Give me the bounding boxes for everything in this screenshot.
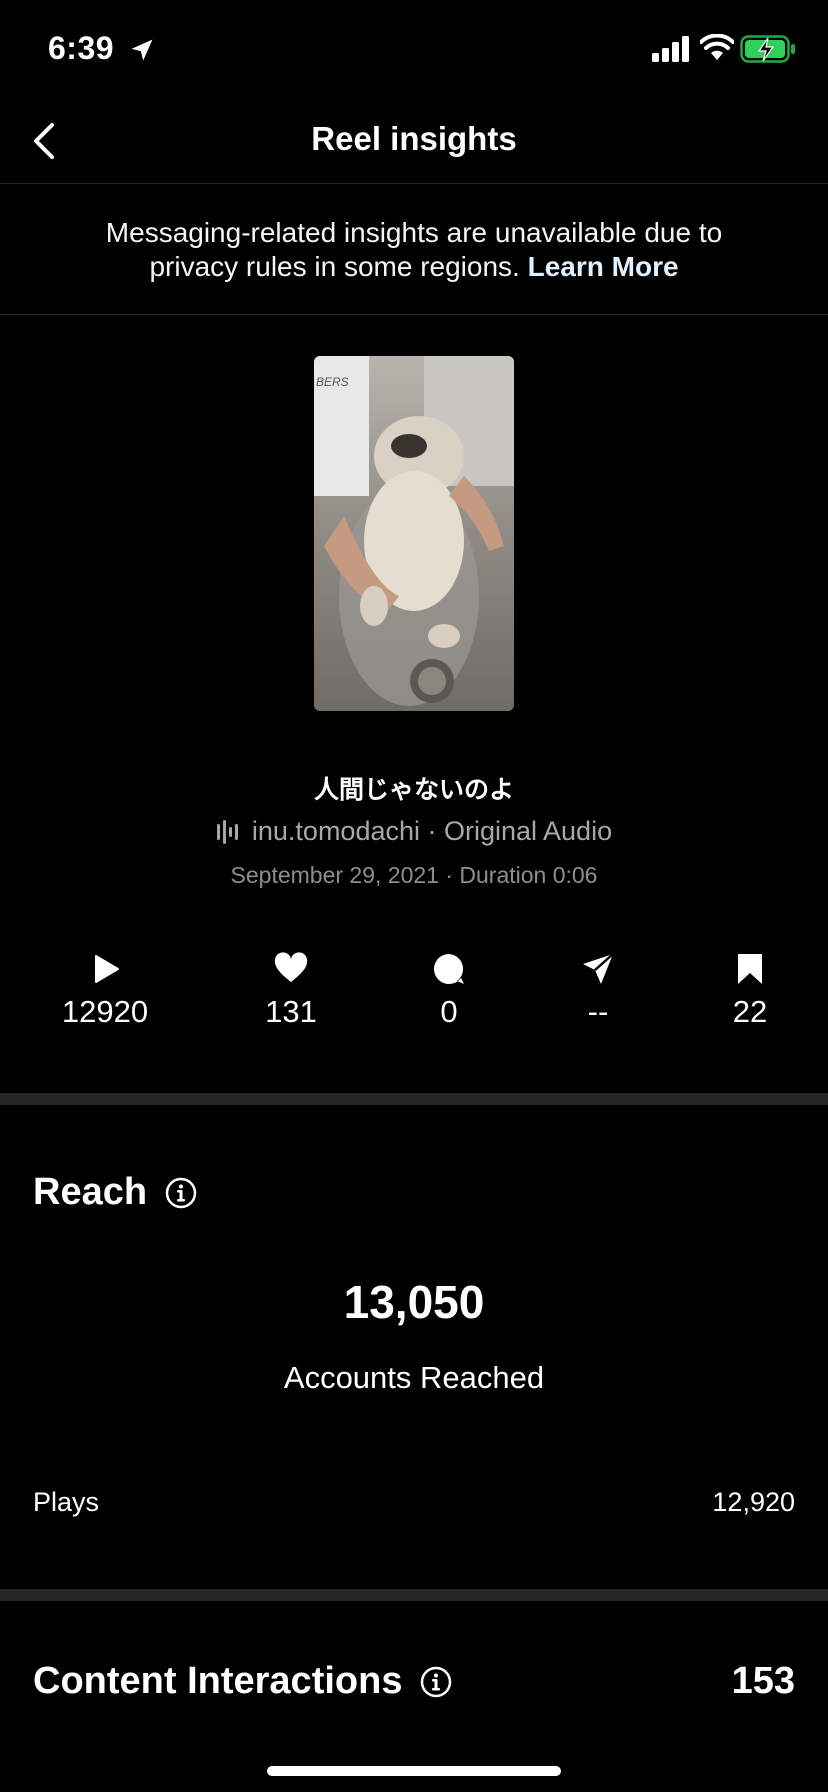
reel-title: 人間じゃないのよ [313, 775, 514, 804]
learn-more-link[interactable]: Learn More [528, 251, 679, 282]
comment-bubble-icon [434, 954, 464, 984]
audio-waveform-icon [216, 819, 238, 844]
cellular-signal-icon [652, 36, 689, 62]
content-interactions-total: 153 [731, 1660, 795, 1702]
comments-count: 0 [440, 994, 458, 1029]
svg-text:BERS: BERS [316, 375, 349, 389]
bookmark-icon [738, 954, 762, 984]
reel-thumbnail[interactable]: BERS [314, 356, 514, 711]
nav-bar: Reel insights [0, 100, 828, 184]
page-title: Reel insights [311, 120, 517, 157]
accounts-reached-value: 13,050 [343, 1276, 485, 1328]
stat-plays: 12920 [35, 952, 175, 1030]
reel-meta: September 29, 2021 · Duration 0:06 [230, 862, 598, 888]
content-interactions-section-title: Content Interactions [33, 1660, 452, 1703]
info-icon[interactable] [420, 1666, 452, 1698]
section-divider [0, 1589, 828, 1601]
plays-row-value: 12,920 [712, 1487, 795, 1517]
reach-section-title: Reach [33, 1171, 197, 1214]
info-icon[interactable] [165, 1177, 197, 1209]
stat-comments: 0 [379, 952, 519, 1030]
heart-icon [274, 952, 308, 982]
plays-count: 12920 [61, 994, 149, 1029]
notice-text-block: Messaging-related insights are unavailab… [60, 216, 768, 284]
reel-thumbnail-image: BERS [314, 356, 514, 711]
plays-row: Plays 12,920 [33, 1487, 795, 1518]
stat-shares: -- [528, 952, 668, 1030]
reach-title: Reach [33, 1171, 148, 1213]
home-indicator[interactable] [267, 1766, 561, 1776]
stat-saves: 22 [680, 952, 820, 1030]
section-divider [0, 1093, 828, 1105]
privacy-notice: Messaging-related insights are unavailab… [0, 185, 828, 315]
stats-row: 12920 131 0 -- 22 [0, 952, 828, 1042]
battery-charging-icon [740, 35, 795, 63]
saves-count: 22 [732, 994, 768, 1029]
wifi-icon [700, 34, 734, 60]
content-interactions-title: Content Interactions [33, 1660, 403, 1702]
likes-count: 131 [265, 994, 317, 1029]
status-time: 6:39 [48, 30, 115, 66]
audio-label[interactable]: inu.tomodachi · Original Audio [252, 816, 612, 847]
stat-likes: 131 [221, 952, 361, 1030]
accounts-reached-label: Accounts Reached [283, 1360, 545, 1395]
audio-row[interactable]: inu.tomodachi · Original Audio [0, 816, 828, 847]
location-arrow-icon [131, 39, 153, 61]
shares-count: -- [587, 994, 609, 1029]
share-paper-plane-icon [583, 953, 614, 984]
plays-row-label: Plays [33, 1487, 100, 1517]
status-bar: 6:39 [0, 0, 828, 100]
play-icon [95, 955, 119, 983]
